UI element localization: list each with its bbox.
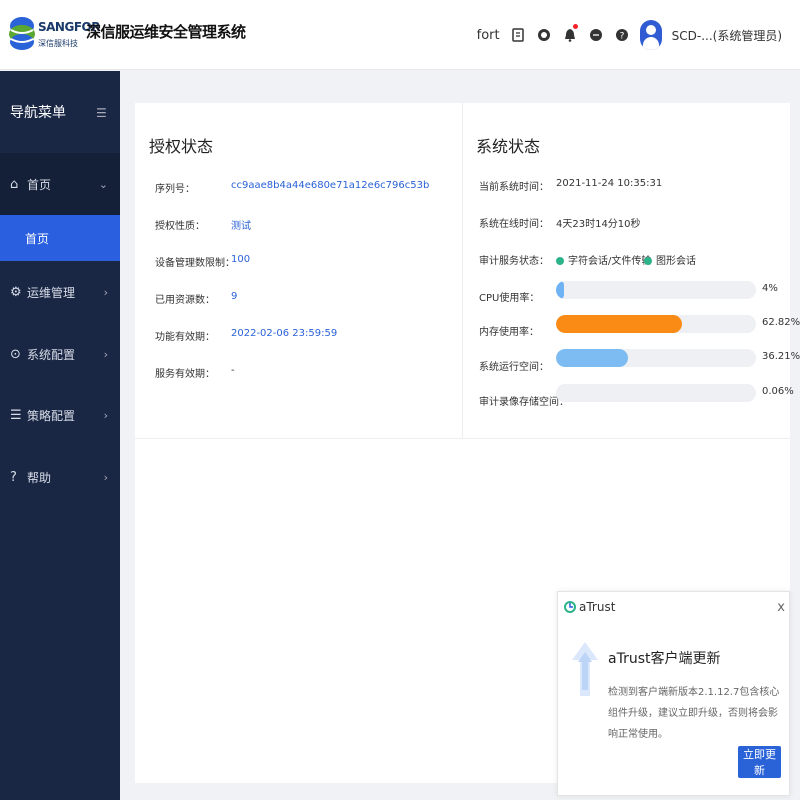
popup-title: aTrust客户端更新: [608, 651, 721, 667]
system-title: 系统状态: [476, 137, 541, 156]
gear-icon: ⚙: [10, 284, 22, 300]
license-title: 授权状态: [149, 137, 214, 156]
status-dot-icon: [556, 257, 564, 265]
sidebar-item-label: 策略配置: [27, 408, 76, 423]
memory-label: 内存使用率：: [479, 327, 539, 338]
top-header: SANGFOR 深信服科技 深信服运维安全管理系统 fort ? SCD-...…: [0, 0, 800, 70]
sidebar-item-ops[interactable]: ⚙ 运维管理 ›: [0, 261, 120, 323]
sidebar-item-help[interactable]: ? 帮助 ›: [0, 446, 120, 508]
system-time-label: 当前系统时间：: [479, 182, 549, 193]
help-circle-icon[interactable]: ?: [614, 27, 630, 43]
download-icon[interactable]: [510, 27, 526, 43]
sidebar-item-label: 系统配置: [27, 347, 76, 362]
help-icon: ?: [10, 469, 17, 485]
sidebar-item-system-config[interactable]: ⊙ 系统配置 ›: [0, 323, 120, 385]
system-uptime-label: 系统在线时间：: [479, 219, 549, 230]
recording-storage-percent: 0.06%: [762, 386, 794, 397]
chevron-right-icon: ›: [103, 285, 108, 299]
sidebar: 导航菜单 ☰ ⌂ 首页 ⌄ 首页 ⚙ 运维管理 › ⊙ 系统配置 › ☰ 策略配…: [0, 71, 120, 800]
license-value-used: 9: [231, 291, 238, 302]
home-icon: ⌂: [10, 176, 19, 192]
collapse-menu-icon[interactable]: ☰: [96, 106, 110, 120]
sidebar-item-label: 首页: [27, 177, 52, 192]
disk-progress: [556, 349, 756, 367]
system-time-value: 2021-11-24 10:35:31: [556, 178, 663, 189]
app-title: 深信服运维安全管理系统: [86, 23, 246, 41]
recording-storage-progress: [556, 384, 756, 402]
notification-badge: [572, 24, 578, 29]
settings-icon: ⊙: [10, 346, 21, 362]
list-icon: ☰: [10, 407, 22, 423]
upgrade-arrow-icon: [572, 642, 598, 696]
license-value-device-limit: 100: [231, 254, 251, 265]
cpu-progress-fill: [556, 281, 564, 299]
chevron-right-icon: ›: [103, 408, 108, 422]
chevron-down-icon: ⌄: [98, 177, 108, 191]
disk-label: 系统运行空间：: [479, 362, 549, 373]
disk-progress-fill: [556, 349, 629, 367]
license-label-service-expiry: 服务有效期：: [155, 369, 215, 380]
status-dot-icon: [644, 257, 652, 265]
license-label-used: 已用资源数：: [155, 295, 215, 306]
license-label-serial: 序列号：: [155, 184, 195, 195]
sidebar-item-label: 运维管理: [27, 285, 76, 300]
license-value-serial: cc9aae8b4a44e680e71a12e6c796c53b: [231, 180, 430, 191]
cpu-label: CPU使用率：: [479, 293, 540, 304]
avatar[interactable]: [639, 20, 662, 50]
memory-percent: 62.82%: [762, 317, 800, 328]
fort-label: fort: [476, 27, 500, 43]
audit-status-label: 审计服务状态：: [479, 256, 549, 267]
chevron-right-icon: ›: [103, 347, 108, 361]
panel-divider: [462, 103, 463, 438]
audit-service-graphic: 图形会话: [644, 252, 696, 267]
audit-service-label: 字符会话/文件传输: [568, 256, 652, 267]
audit-service-char: 字符会话/文件传输: [556, 252, 651, 267]
update-now-button[interactable]: 立即更新: [738, 746, 781, 778]
panel-bottom-divider: [135, 438, 790, 439]
audit-service-label: 图形会话: [656, 256, 696, 267]
cpu-progress: [556, 281, 756, 299]
license-value-type: 测试: [231, 221, 251, 232]
sangfor-logo: SANGFOR 深信服科技: [8, 14, 100, 58]
sidebar-item-home[interactable]: ⌂ 首页 ⌄: [0, 153, 120, 215]
nav-header: 导航菜单 ☰: [0, 71, 120, 153]
popup-message: 检测到客户端新版本2.1.12.7包含核心组件升级，建议立即升级，否则将会影响正…: [608, 687, 780, 740]
recording-storage-progress-fill: [556, 384, 564, 402]
chevron-right-icon: ›: [103, 470, 108, 484]
sidebar-subitem-home[interactable]: 首页: [0, 215, 120, 261]
license-value-function-expiry: 2022-02-06 23:59:59: [231, 328, 338, 339]
atrust-logo-icon: [564, 601, 576, 613]
cpu-percent: 4%: [762, 283, 778, 294]
user-menu[interactable]: SCD-...(系统管理员): [672, 27, 782, 44]
logo-brand-cn: 深信服科技: [38, 39, 78, 48]
close-icon[interactable]: x: [777, 600, 785, 615]
update-notification: aTrust x aTrust客户端更新 检测到客户端新版本2.1.12.7包含…: [557, 591, 790, 796]
license-label-type: 授权性质：: [155, 221, 205, 232]
popup-brand: aTrust: [579, 600, 616, 614]
disk-percent: 36.21%: [762, 351, 800, 362]
message-icon[interactable]: [588, 27, 604, 43]
license-label-function-expiry: 功能有效期：: [155, 332, 215, 343]
bell-icon[interactable]: [562, 24, 578, 43]
clock-icon[interactable]: [536, 27, 552, 43]
nav-heading: 导航菜单: [10, 105, 66, 121]
globe-logo-icon: [9, 17, 35, 50]
sidebar-item-label: 帮助: [27, 470, 52, 485]
system-uptime-value: 4天23时14分10秒: [556, 219, 641, 230]
svg-text:?: ?: [619, 32, 624, 42]
memory-progress: [556, 315, 756, 333]
license-label-device-limit: 设备管理数限制：: [155, 258, 235, 269]
license-value-service-expiry: -: [231, 365, 235, 376]
header-toolbar: fort ? SCD-...(系统管理员): [477, 0, 782, 70]
sidebar-item-policy-config[interactable]: ☰ 策略配置 ›: [0, 384, 120, 446]
memory-progress-fill: [556, 315, 682, 333]
